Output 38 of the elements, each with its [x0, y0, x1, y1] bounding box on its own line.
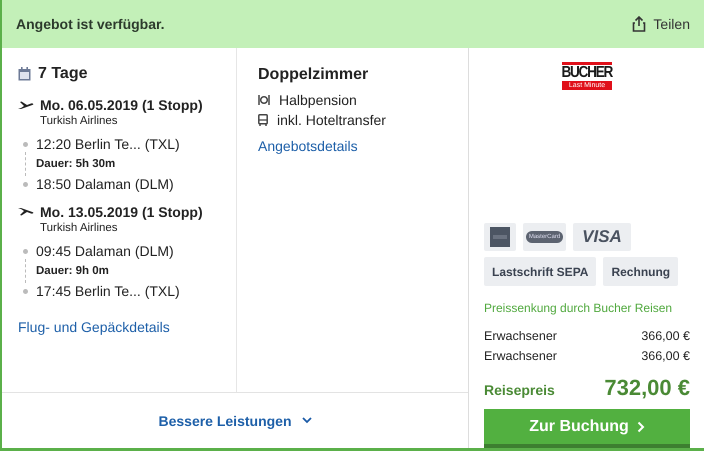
room-feature: Halbpension — [279, 92, 357, 108]
traveller-label: Erwachsener — [484, 349, 557, 363]
departure-time: 12:20 Berlin Te... (TXL) — [36, 136, 180, 152]
flight-date: Mo. 06.05.2019 (1 Stopp) — [40, 97, 203, 113]
room-feature: inkl. Hoteltransfer — [277, 112, 386, 128]
flight-duration: Dauer: 9h 0m — [36, 265, 109, 277]
availability-text: Angebot ist verfügbar. — [16, 16, 165, 32]
flight-details-link[interactable]: Flug- und Gepäckdetails — [18, 319, 170, 335]
departure-time: 09:45 Dalaman (DLM) — [36, 243, 174, 259]
more-services-button[interactable]: Bessere Leistungen — [152, 408, 318, 432]
offer-details-link[interactable]: Angebotsdetails — [258, 138, 358, 154]
share-link[interactable]: Teilen — [632, 16, 690, 32]
price-reduction-note: Preissenkung durch Bucher Reisen — [484, 301, 674, 315]
bus-icon — [258, 114, 268, 126]
total-price: 732,00 € — [604, 375, 690, 401]
payment-method: Rechnung — [603, 257, 678, 286]
traveller-price: 366,00 € — [641, 349, 690, 363]
payment-method: Lastschrift SEPA — [484, 257, 596, 286]
arrival-plane-icon — [18, 207, 34, 217]
card-icon — [490, 227, 510, 247]
airline-name: Turkish Airlines — [39, 222, 119, 234]
cutlery-icon — [258, 95, 270, 105]
airline-name: Turkish Airlines — [39, 115, 119, 127]
chevron-down-icon — [302, 417, 312, 424]
chevron-right-icon — [636, 420, 645, 432]
arrival-time: 18:50 Dalaman (DLM) — [36, 176, 174, 192]
room-type: Doppelzimmer — [258, 66, 370, 84]
arrival-time: 17:45 Berlin Te... (TXL) — [36, 283, 180, 299]
flight-date: Mo. 13.05.2019 (1 Stopp) — [40, 204, 203, 220]
share-icon — [632, 16, 646, 32]
flight-duration: Dauer: 5h 30m — [36, 158, 116, 170]
visa-badge: VISA — [573, 223, 631, 251]
departure-plane-icon — [18, 100, 34, 110]
trip-duration: 7 Tage — [38, 65, 88, 83]
calendar-icon — [18, 67, 31, 81]
traveller-label: Erwachsener — [484, 329, 557, 343]
total-label: Reisepreis — [484, 382, 555, 398]
traveller-price: 366,00 € — [641, 329, 690, 343]
